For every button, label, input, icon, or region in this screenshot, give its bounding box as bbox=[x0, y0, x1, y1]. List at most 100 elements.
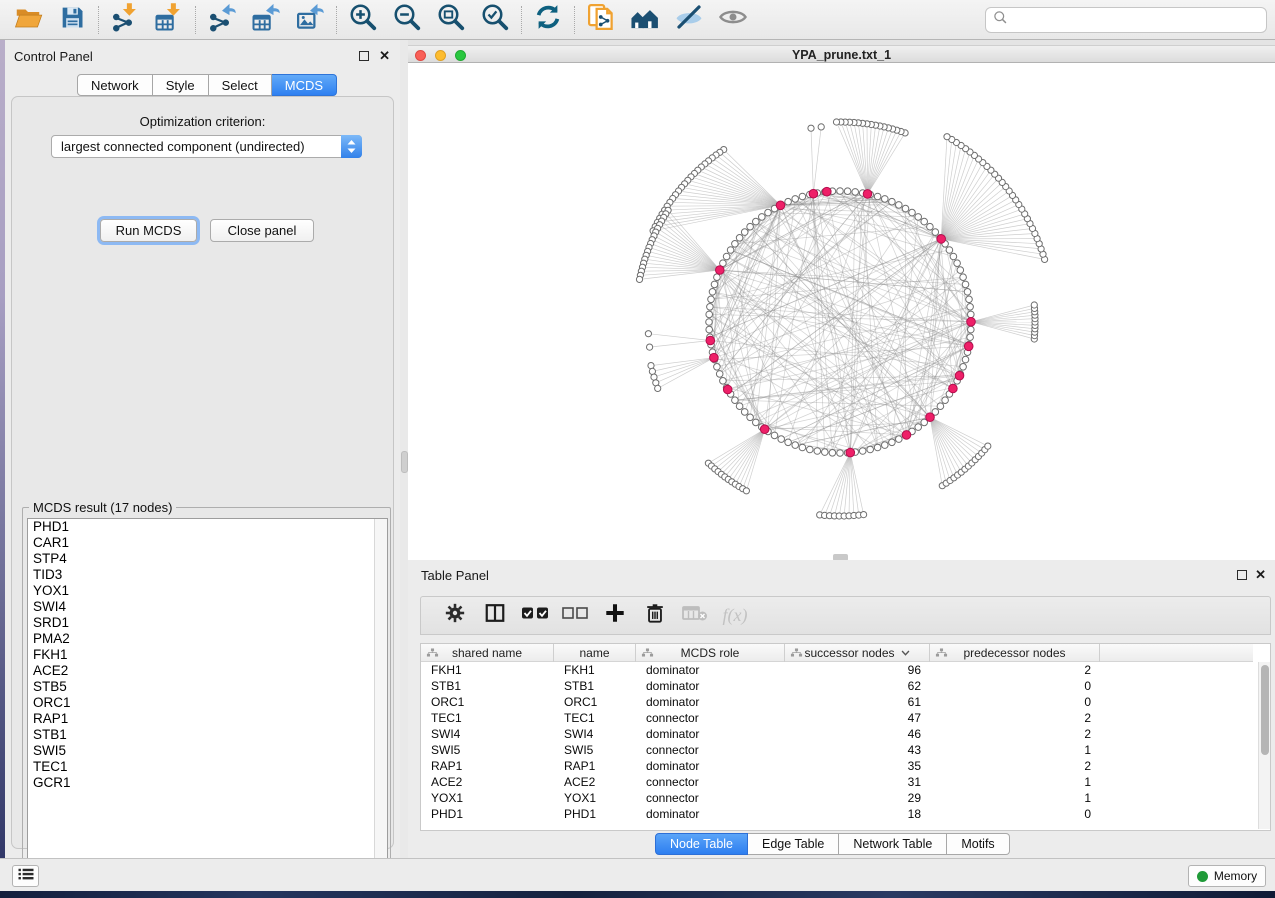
zoom-out-button[interactable] bbox=[385, 2, 429, 38]
table-cell[interactable]: connector bbox=[636, 790, 785, 806]
export-network-button[interactable] bbox=[200, 2, 244, 38]
table-cell[interactable]: 96 bbox=[785, 662, 930, 678]
mcds-result-item[interactable]: SWI5 bbox=[28, 743, 387, 759]
mcds-result-item[interactable]: SWI4 bbox=[28, 599, 387, 615]
status-list-button[interactable] bbox=[12, 865, 39, 887]
table-row[interactable]: ORC1ORC1dominator610 bbox=[421, 694, 1253, 710]
column-header-successor-nodes[interactable]: successor nodes bbox=[785, 644, 930, 662]
control-float-icon[interactable] bbox=[359, 51, 369, 61]
table-row[interactable]: SWI5SWI5connector431 bbox=[421, 742, 1253, 758]
zoom-fit-button[interactable] bbox=[429, 2, 473, 38]
table-cell[interactable]: 35 bbox=[785, 758, 930, 774]
table-cell[interactable]: 62 bbox=[785, 678, 930, 694]
close-panel-button[interactable]: Close panel bbox=[210, 219, 314, 242]
table-row[interactable]: FKH1FKH1dominator962 bbox=[421, 662, 1253, 678]
table-cell[interactable]: dominator bbox=[636, 662, 785, 678]
table-row[interactable]: PHD1PHD1dominator180 bbox=[421, 806, 1253, 822]
network-canvas[interactable] bbox=[408, 63, 1275, 560]
column-header-predecessor-nodes[interactable]: predecessor nodes bbox=[930, 644, 1100, 662]
mcds-result-item[interactable]: SRD1 bbox=[28, 615, 387, 631]
open-file-button[interactable] bbox=[6, 2, 50, 38]
table-cell[interactable]: TEC1 bbox=[554, 710, 636, 726]
table-cell[interactable]: connector bbox=[636, 710, 785, 726]
table-cell[interactable]: ORC1 bbox=[421, 694, 554, 710]
mcds-result-item[interactable]: STB5 bbox=[28, 679, 387, 695]
table-cell[interactable]: dominator bbox=[636, 758, 785, 774]
mcds-list-scrollbar[interactable] bbox=[374, 519, 387, 874]
hide-selected-button[interactable] bbox=[667, 2, 711, 38]
tab-node-table[interactable]: Node Table bbox=[655, 833, 748, 855]
table-row[interactable]: TEC1TEC1connector472 bbox=[421, 710, 1253, 726]
table-cell[interactable]: dominator bbox=[636, 726, 785, 742]
tab-network[interactable]: Network bbox=[77, 74, 153, 96]
table-cell[interactable]: 47 bbox=[785, 710, 930, 726]
column-header-shared-name[interactable]: shared name bbox=[421, 644, 554, 662]
table-cell[interactable]: 18 bbox=[785, 806, 930, 822]
run-mcds-button[interactable]: Run MCDS bbox=[100, 219, 197, 242]
table-row[interactable]: ACE2ACE2connector311 bbox=[421, 774, 1253, 790]
mcds-result-item[interactable]: ORC1 bbox=[28, 695, 387, 711]
save-session-button[interactable] bbox=[50, 2, 94, 38]
delete-table-button[interactable] bbox=[675, 599, 715, 633]
table-cell[interactable]: RAP1 bbox=[554, 758, 636, 774]
search-input[interactable] bbox=[1008, 8, 1266, 32]
table-cell[interactable]: SWI4 bbox=[421, 726, 554, 742]
table-cell[interactable]: STB1 bbox=[421, 678, 554, 694]
table-cell[interactable]: 43 bbox=[785, 742, 930, 758]
table-cell[interactable]: SWI4 bbox=[554, 726, 636, 742]
table-cell[interactable]: PHD1 bbox=[554, 806, 636, 822]
table-cell[interactable]: ACE2 bbox=[421, 774, 554, 790]
table-row[interactable]: YOX1YOX1connector291 bbox=[421, 790, 1253, 806]
table-float-icon[interactable] bbox=[1237, 570, 1247, 580]
tab-mcds[interactable]: MCDS bbox=[272, 74, 337, 96]
table-cell[interactable]: 2 bbox=[930, 662, 1100, 678]
table-cell[interactable]: 2 bbox=[930, 758, 1100, 774]
table-cell[interactable]: FKH1 bbox=[421, 662, 554, 678]
table-cell[interactable]: connector bbox=[636, 742, 785, 758]
table-row[interactable]: STB1STB1dominator620 bbox=[421, 678, 1253, 694]
mcds-result-item[interactable]: CAR1 bbox=[28, 535, 387, 551]
table-cell[interactable]: dominator bbox=[636, 806, 785, 822]
table-cell[interactable]: YOX1 bbox=[421, 790, 554, 806]
mcds-result-item[interactable]: STP4 bbox=[28, 551, 387, 567]
table-cell[interactable]: 61 bbox=[785, 694, 930, 710]
table-close-icon[interactable]: ✕ bbox=[1255, 567, 1266, 583]
table-cell[interactable]: ACE2 bbox=[554, 774, 636, 790]
tab-edge-table[interactable]: Edge Table bbox=[748, 833, 839, 855]
table-cell[interactable]: ORC1 bbox=[554, 694, 636, 710]
mcds-result-item[interactable]: GCR1 bbox=[28, 775, 387, 791]
show-all-button[interactable] bbox=[711, 2, 755, 38]
select-all-button[interactable] bbox=[515, 599, 555, 633]
table-cell[interactable]: PHD1 bbox=[421, 806, 554, 822]
deselect-all-button[interactable] bbox=[555, 599, 595, 633]
control-close-icon[interactable]: ✕ bbox=[379, 48, 390, 64]
table-cell[interactable]: FKH1 bbox=[554, 662, 636, 678]
column-header-name[interactable]: name bbox=[554, 644, 636, 662]
vertical-splitter-handle[interactable] bbox=[401, 451, 408, 473]
memory-button[interactable]: Memory bbox=[1188, 865, 1266, 887]
tab-style[interactable]: Style bbox=[153, 74, 209, 96]
split-columns-button[interactable] bbox=[475, 599, 515, 633]
table-cell[interactable]: SWI5 bbox=[421, 742, 554, 758]
table-cell[interactable]: dominator bbox=[636, 694, 785, 710]
export-image-button[interactable] bbox=[288, 2, 332, 38]
table-cell[interactable]: 46 bbox=[785, 726, 930, 742]
table-cell[interactable]: 0 bbox=[930, 694, 1100, 710]
mcds-result-item[interactable]: YOX1 bbox=[28, 583, 387, 599]
mcds-result-item[interactable]: RAP1 bbox=[28, 711, 387, 727]
mcds-result-item[interactable]: PMA2 bbox=[28, 631, 387, 647]
table-cell[interactable]: TEC1 bbox=[421, 710, 554, 726]
table-row[interactable]: RAP1RAP1dominator352 bbox=[421, 758, 1253, 774]
import-table-button[interactable] bbox=[147, 2, 191, 38]
table-cell[interactable]: YOX1 bbox=[554, 790, 636, 806]
mcds-result-item[interactable]: ACE2 bbox=[28, 663, 387, 679]
mcds-result-item[interactable]: TID3 bbox=[28, 567, 387, 583]
network-graph[interactable] bbox=[408, 63, 1275, 560]
tab-select[interactable]: Select bbox=[209, 74, 272, 96]
table-row[interactable]: SWI4SWI4dominator462 bbox=[421, 726, 1253, 742]
gear-button[interactable] bbox=[435, 599, 475, 633]
table-cell[interactable]: 31 bbox=[785, 774, 930, 790]
export-table-button[interactable] bbox=[244, 2, 288, 38]
mcds-result-item[interactable]: PHD1 bbox=[28, 519, 387, 535]
fx-button[interactable]: f(x) bbox=[715, 599, 755, 633]
